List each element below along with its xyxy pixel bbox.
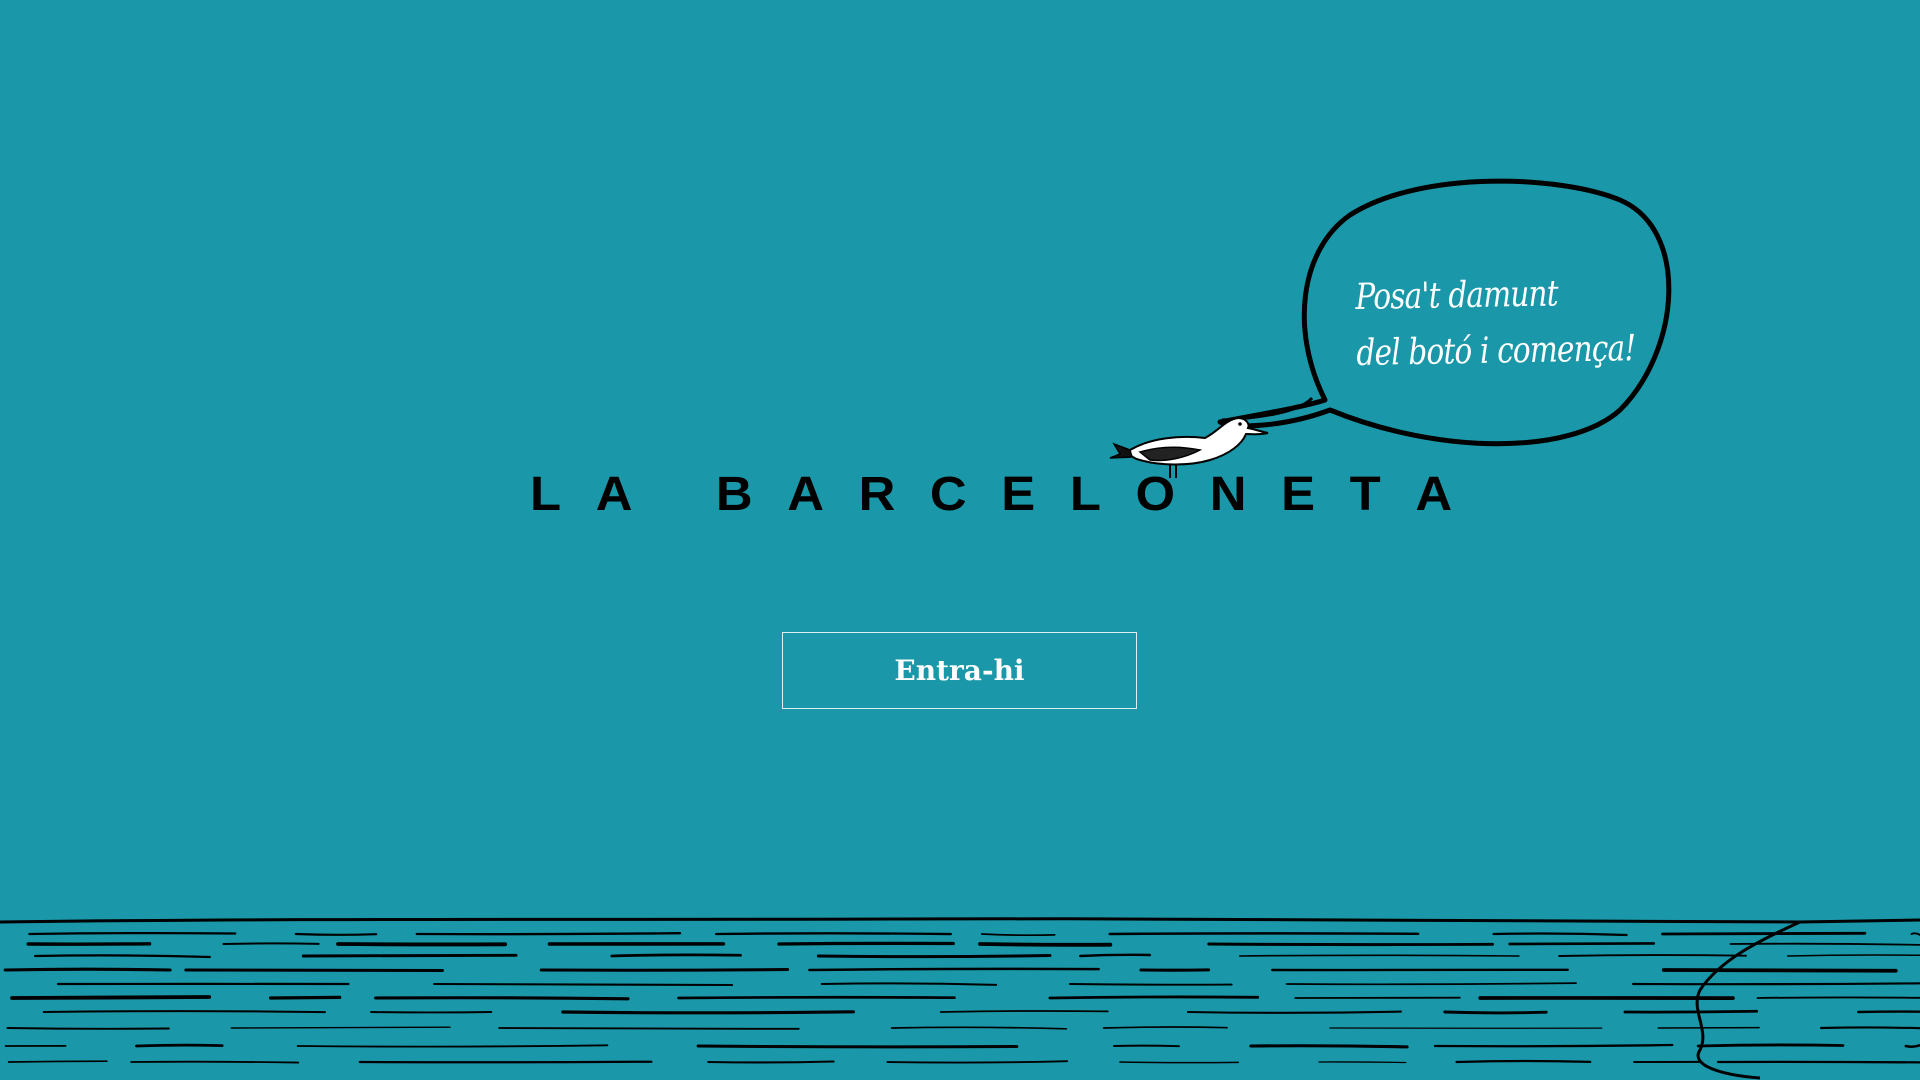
- wave-stroke: [296, 1044, 609, 1048]
- wave-stroke: [886, 1060, 1069, 1064]
- title-letter: N: [1209, 468, 1247, 521]
- wave-stroke: [677, 995, 956, 1000]
- wave-stroke: [820, 982, 998, 986]
- wave-stroke: [1068, 983, 1233, 986]
- wave-stroke: [415, 932, 682, 936]
- wave-stroke: [1910, 932, 1920, 936]
- title-letter: A: [787, 468, 824, 521]
- wave-stroke: [374, 996, 630, 1001]
- wave-stroke: [1207, 942, 1494, 947]
- wave-stroke: [3, 967, 172, 972]
- wave-stroke: [1455, 1059, 1592, 1064]
- wave-stroke: [1108, 932, 1420, 936]
- wave-stroke: [539, 968, 790, 972]
- wave-stroke: [33, 954, 211, 959]
- wave-stroke: [1102, 1026, 1228, 1029]
- title-letter: T: [1349, 468, 1381, 521]
- wave-stroke: [707, 1060, 835, 1064]
- wave-stroke: [1433, 1043, 1674, 1048]
- wave-stroke: [939, 1010, 1109, 1013]
- wave-stroke: [433, 982, 734, 987]
- wave-stroke: [1819, 1026, 1920, 1030]
- wave-stroke: [1113, 1044, 1180, 1048]
- wave-stroke: [184, 968, 444, 972]
- wave-stroke: [1443, 1010, 1548, 1015]
- speech-bubble-line-2: del botó i comença!: [1356, 328, 1636, 374]
- wave-stroke: [980, 933, 1056, 937]
- wave-stroke: [777, 941, 955, 946]
- title-letter: L: [1069, 468, 1101, 521]
- title-space: [667, 465, 681, 525]
- wave-stroke: [1318, 1061, 1407, 1064]
- wave-stroke: [1508, 942, 1656, 946]
- wave-stroke: [6, 1027, 170, 1030]
- wave-stroke: [1238, 954, 1520, 957]
- wave-stroke: [42, 1010, 326, 1014]
- title-letter: L: [530, 468, 562, 521]
- wave-stroke: [498, 1027, 800, 1030]
- title-letter: A: [595, 468, 633, 521]
- wave-stroke: [714, 932, 952, 936]
- title-letter: O: [1135, 468, 1176, 521]
- wave-stroke: [561, 1010, 855, 1015]
- wave-stroke: [890, 1026, 1068, 1030]
- enter-button[interactable]: Entra-hi: [782, 632, 1137, 709]
- wave-stroke: [301, 953, 518, 958]
- title-letter: B: [715, 468, 753, 521]
- wave-stroke: [28, 931, 237, 936]
- wave-stroke: [10, 995, 212, 1000]
- wave-stroke: [1729, 942, 1920, 946]
- wave-stroke: [978, 942, 1113, 947]
- title-letter: A: [1415, 468, 1453, 521]
- wave-stroke: [1249, 1044, 1409, 1049]
- wave-stroke: [1904, 1043, 1920, 1049]
- wave-stroke: [268, 995, 342, 1000]
- wave-stroke: [1661, 931, 1867, 936]
- speech-bubble-line-1: Posa't damunt: [1355, 273, 1559, 318]
- title-letter: E: [1281, 468, 1316, 521]
- horizon-line: [0, 917, 1920, 924]
- wave-stroke: [1623, 1009, 1759, 1014]
- wave-stroke: [222, 942, 320, 945]
- wave-stroke: [1632, 982, 1920, 986]
- site-title: LA BARCELONETA: [530, 465, 1452, 525]
- title-letter: E: [1001, 468, 1036, 521]
- wave-stroke: [230, 1026, 451, 1029]
- wave-stroke: [7, 1060, 108, 1063]
- wave-stroke: [1492, 932, 1628, 937]
- wave-stroke: [1786, 954, 1920, 957]
- wave-stroke: [1558, 954, 1747, 957]
- wave-stroke: [1756, 996, 1920, 999]
- wave-stroke: [130, 1060, 300, 1064]
- wave-stroke: [1119, 1061, 1240, 1064]
- speech-bubble-text: Posa't damunt del botó i comença!: [1355, 266, 1636, 382]
- title-letter: C: [929, 468, 967, 521]
- wave-stroke: [816, 954, 1052, 959]
- landing-stage: Posa't damunt del botó i comença! LA BAR…: [0, 0, 1920, 1080]
- shore-line: [1695, 920, 1801, 1080]
- title-letter: R: [858, 468, 896, 521]
- wave-stroke: [358, 1060, 653, 1064]
- wave-stroke: [808, 967, 1100, 972]
- wave-stroke: [1048, 995, 1260, 1000]
- wave-stroke: [1078, 953, 1152, 958]
- wave-stroke: [135, 1043, 224, 1048]
- wave-stroke: [1661, 968, 1898, 973]
- wave-stroke: [1285, 982, 1577, 986]
- wave-stroke: [696, 1044, 1019, 1049]
- sea-waves-icon: [0, 917, 1920, 1080]
- wave-stroke: [610, 953, 742, 958]
- wave-stroke: [294, 932, 378, 936]
- wave-stroke: [1696, 1043, 1845, 1048]
- wave-stroke: [1186, 1010, 1402, 1014]
